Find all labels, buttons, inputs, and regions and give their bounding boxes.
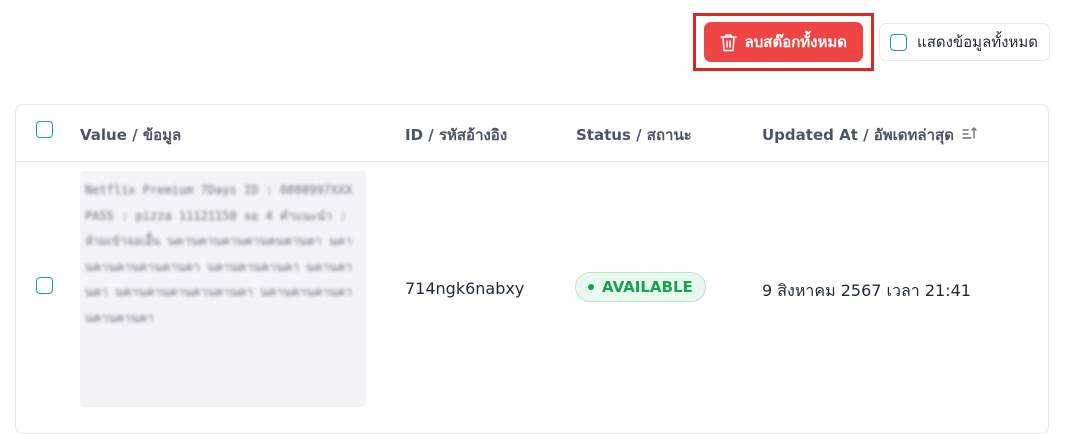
toolbar: ลบสต๊อกทั้งหมด แสดงข้อมูลทั้งหมด [692, 13, 1050, 71]
value-text-blurred: Netflix Premium 7Days ID : 0888997XXX PA… [85, 183, 353, 325]
column-header-updated-at[interactable]: Updated At / อัพเดทล่าสุด [762, 123, 978, 147]
highlight-frame: ลบสต๊อกทั้งหมด [692, 13, 875, 71]
updated-at-cell: 9 สิงหาคม 2567 เวลา 21:41 [762, 281, 971, 300]
column-header-value: Value / ข้อมูล [80, 123, 181, 147]
delete-all-stock-button[interactable]: ลบสต๊อกทั้งหมด [703, 22, 864, 62]
status-badge: AVAILABLE [575, 272, 706, 302]
sort-icon[interactable] [962, 126, 978, 144]
show-all-data-toggle[interactable]: แสดงข้อมูลทั้งหมด [879, 23, 1050, 61]
column-label-id: ID / รหัสอ้างอิง [405, 126, 508, 144]
row-select-checkbox[interactable] [36, 277, 53, 294]
table-header: Value / ข้อมูล ID / รหัสอ้างอิง Status /… [16, 105, 1048, 162]
trash-icon [719, 33, 737, 52]
value-cell: Netflix Premium 7Days ID : 0888997XXX PA… [80, 171, 366, 407]
status-label: AVAILABLE [602, 278, 693, 296]
id-cell: 714ngk6nabxy [405, 279, 525, 298]
show-all-checkbox[interactable] [890, 33, 908, 51]
delete-all-stock-label: ลบสต๊อกทั้งหมด [744, 33, 848, 51]
stock-table: Value / ข้อมูล ID / รหัสอ้างอิง Status /… [15, 104, 1049, 434]
column-header-id: ID / รหัสอ้างอิง [405, 123, 507, 147]
column-label-value: Value / ข้อมูล [80, 126, 182, 144]
show-all-label: แสดงข้อมูลทั้งหมด [917, 33, 1038, 51]
column-label-status: Status / สถานะ [576, 126, 692, 144]
select-all-checkbox[interactable] [36, 121, 53, 138]
column-header-status: Status / สถานะ [576, 123, 692, 147]
status-dot-icon [588, 284, 594, 290]
column-label-updated-at: Updated At / อัพเดทล่าสุด [762, 126, 954, 144]
